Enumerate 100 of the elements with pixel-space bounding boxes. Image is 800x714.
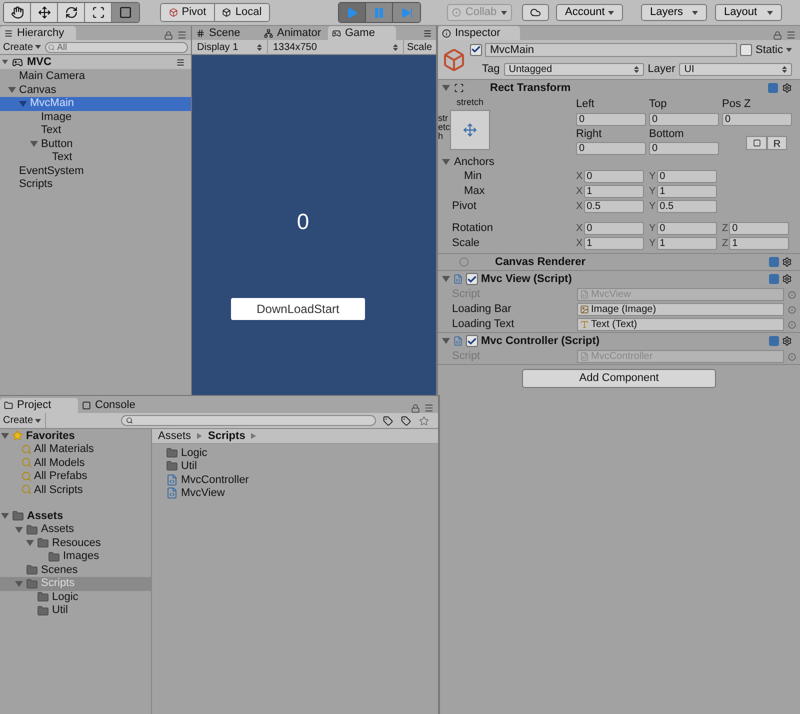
expand-arrow-icon[interactable]	[15, 526, 23, 534]
expand-arrow-icon[interactable]	[442, 275, 450, 283]
file-item[interactable]: Logic	[166, 446, 438, 460]
download-button[interactable]: DownLoadStart	[231, 298, 365, 320]
expand-arrow-icon[interactable]	[442, 158, 450, 166]
tool-button[interactable]	[31, 3, 58, 22]
lock-icon[interactable]	[773, 30, 782, 40]
hierarchy-item[interactable]: Button	[0, 138, 191, 151]
number-field[interactable]: 0	[649, 142, 719, 155]
tool-button[interactable]	[4, 3, 31, 22]
account-dropdown[interactable]: Account	[556, 4, 623, 21]
object-field[interactable]: Image (Image)	[577, 303, 784, 316]
hierarchy-item[interactable]: MvcMain	[0, 97, 191, 110]
number-field[interactable]: 0	[656, 170, 717, 183]
favorite-item[interactable]: All Prefabs	[0, 470, 151, 483]
number-field[interactable]: 1	[584, 185, 644, 198]
expand-arrow-icon[interactable]	[1, 432, 9, 440]
file-item[interactable]: MvcView	[166, 486, 438, 500]
breadcrumb-item[interactable]: Scripts	[208, 428, 246, 444]
number-field[interactable]: 1	[584, 237, 644, 250]
tree-row[interactable]: Assets	[0, 510, 151, 523]
number-field[interactable]: 0	[649, 112, 719, 126]
number-field[interactable]: 1	[656, 185, 717, 198]
search-field[interactable]	[121, 415, 376, 426]
layout-dropdown[interactable]: Layout	[715, 4, 782, 21]
inspector-tab[interactable]: Inspector	[438, 26, 520, 40]
hierarchy-item[interactable]: Text	[0, 151, 191, 164]
raw-edit-button[interactable]: R	[767, 136, 787, 150]
expand-arrow-icon[interactable]	[442, 337, 450, 345]
settings-icon[interactable]	[782, 83, 792, 93]
lock-icon[interactable]	[164, 30, 173, 40]
checkbox[interactable]	[466, 335, 478, 347]
expand-arrow-icon[interactable]	[8, 86, 16, 94]
number-field[interactable]: 0.5	[584, 200, 644, 213]
favorite-item[interactable]: All Models	[0, 456, 151, 470]
checkbox[interactable]	[466, 273, 478, 285]
lock-icon[interactable]	[411, 404, 420, 412]
add-component-button[interactable]: Add Component	[522, 369, 716, 388]
view-tab[interactable]: Game	[328, 26, 396, 40]
panel-tab[interactable]: Console	[78, 398, 156, 413]
tag-icon[interactable]	[401, 416, 412, 426]
settings-icon[interactable]	[782, 336, 792, 346]
number-field[interactable]: 0	[584, 170, 644, 183]
hierarchy-item[interactable]: Scripts	[0, 178, 191, 192]
tree-row[interactable]: Util	[0, 604, 151, 618]
number-field[interactable]: 0	[656, 222, 717, 235]
layer-dropdown[interactable]: UI	[679, 62, 792, 76]
breadcrumb-item[interactable]: Assets	[158, 428, 192, 444]
hierarchy-item[interactable]: Canvas	[0, 84, 191, 97]
search-field[interactable]: All	[45, 42, 188, 52]
name-field[interactable]: MvcMain	[485, 42, 738, 57]
file-item[interactable]: Util	[166, 460, 438, 473]
tree-row[interactable]: Assets	[0, 523, 151, 536]
tool-button[interactable]	[112, 3, 139, 22]
create-dropdown[interactable]: Create	[3, 40, 42, 54]
tool-button[interactable]	[85, 3, 112, 22]
settings-icon[interactable]	[782, 274, 792, 284]
number-field[interactable]: 0.5	[656, 200, 717, 213]
file-item[interactable]: MvcController	[166, 473, 438, 486]
menu-icon[interactable]	[423, 29, 432, 38]
filter-type-icon[interactable]	[383, 416, 394, 426]
view-tab[interactable]: Scene	[192, 26, 260, 40]
local-button[interactable]: Local	[215, 4, 269, 21]
tree-row[interactable]: Resouces	[0, 536, 151, 550]
expand-arrow-icon[interactable]	[26, 539, 34, 548]
pivot-button[interactable]: Pivot	[161, 4, 215, 21]
number-field[interactable]: 0	[722, 112, 792, 126]
hierarchy-tab[interactable]: Hierarchy	[0, 26, 76, 40]
expand-arrow-icon[interactable]	[442, 84, 450, 92]
menu-icon[interactable]	[176, 58, 185, 66]
tree-row[interactable]: Scenes	[0, 564, 151, 577]
expand-arrow-icon[interactable]	[1, 512, 9, 520]
expand-arrow-icon[interactable]	[19, 100, 27, 108]
number-field[interactable]: 1	[729, 237, 790, 250]
favorite-item[interactable]: All Materials	[0, 442, 151, 456]
number-field[interactable]: 0	[576, 112, 646, 126]
number-field[interactable]: 0	[729, 222, 790, 235]
number-field[interactable]: 0	[576, 142, 646, 155]
anchor-preset-button[interactable]	[450, 110, 490, 150]
number-field[interactable]: 1	[656, 237, 717, 250]
expand-arrow-icon[interactable]	[15, 580, 23, 588]
tree-row[interactable]: Images	[0, 550, 151, 564]
tool-button[interactable]	[58, 3, 85, 22]
expand-arrow-icon[interactable]	[30, 140, 38, 148]
panel-tab[interactable]: Project	[0, 398, 78, 413]
settings-icon[interactable]	[782, 257, 792, 267]
number-field[interactable]: 0	[584, 222, 644, 235]
tree-row[interactable]: Logic	[0, 590, 151, 604]
favorite-item[interactable]: All Scripts	[0, 483, 151, 496]
hierarchy-item[interactable]: Text	[0, 124, 191, 138]
layers-dropdown[interactable]: Layers	[641, 4, 707, 21]
checkbox[interactable]	[740, 44, 752, 56]
star-icon[interactable]	[419, 416, 430, 426]
playback-button[interactable]	[339, 3, 366, 22]
playback-button[interactable]	[366, 3, 393, 22]
hierarchy-item[interactable]: Image	[0, 110, 191, 124]
object-field[interactable]: Text (Text)	[577, 318, 784, 331]
blueprint-button[interactable]	[746, 136, 767, 150]
hierarchy-item[interactable]: EventSystem	[0, 164, 191, 178]
checkbox[interactable]	[470, 44, 482, 56]
